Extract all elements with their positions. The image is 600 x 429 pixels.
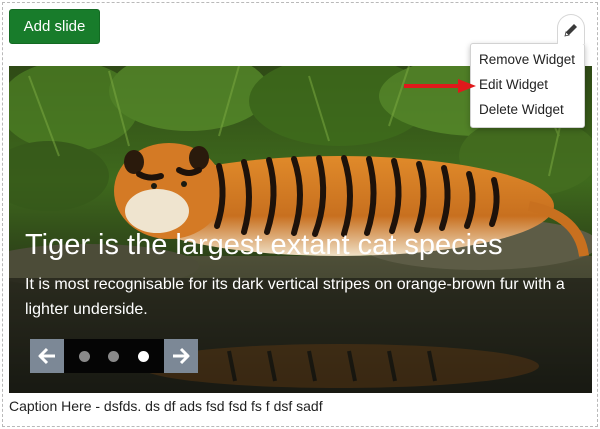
slide-dot-3-active[interactable] bbox=[137, 350, 149, 362]
menu-item-remove-widget[interactable]: Remove Widget bbox=[471, 47, 584, 72]
slide-title: Tiger is the largest extant cat species bbox=[25, 229, 503, 261]
previous-slide-button[interactable] bbox=[30, 339, 64, 373]
add-slide-button[interactable]: Add slide bbox=[9, 9, 100, 44]
widget-edit-toggle[interactable] bbox=[557, 14, 585, 44]
pencil-icon bbox=[564, 23, 577, 37]
slide-controls bbox=[30, 339, 198, 373]
slide-indicators bbox=[64, 339, 164, 373]
arrow-left-icon bbox=[38, 347, 55, 365]
menu-item-edit-widget[interactable]: Edit Widget bbox=[471, 72, 584, 97]
arrow-right-icon bbox=[173, 347, 190, 365]
slide-description: It is most recognisable for its dark ver… bbox=[25, 276, 565, 318]
menu-item-delete-widget[interactable]: Delete Widget bbox=[471, 97, 584, 122]
widget-options-menu: Remove Widget Edit Widget Delete Widget bbox=[470, 43, 585, 128]
slider-caption: Caption Here - dsfds. ds df ads fsd fsd … bbox=[9, 398, 323, 414]
slide-dot-1[interactable] bbox=[79, 350, 91, 362]
slide-dot-2[interactable] bbox=[108, 350, 120, 362]
next-slide-button[interactable] bbox=[164, 339, 198, 373]
red-pointer-arrow-icon bbox=[404, 79, 476, 93]
